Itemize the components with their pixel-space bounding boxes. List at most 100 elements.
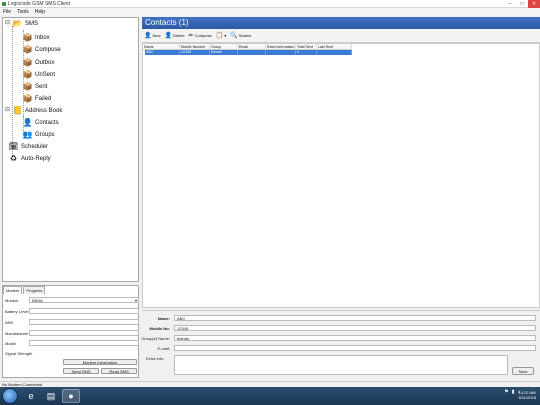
column-header[interactable]: Mobile Number	[180, 44, 210, 49]
auto-reply-icon: ♻	[9, 154, 18, 163]
contacts-grid: Name Mobile Number Group Email Extra Inf…	[142, 43, 540, 308]
mobile-field[interactable]: 12345	[174, 325, 536, 331]
tab-progress[interactable]: Progress	[23, 286, 46, 294]
tab-modem[interactable]: Modem	[3, 286, 23, 294]
menu-file[interactable]: File	[3, 9, 11, 15]
window-title: Logiscode GSM SMS Client	[8, 1, 70, 7]
tree-item-label: Inbox	[35, 34, 50, 41]
tree-item-label: Sent	[35, 83, 48, 90]
collapse-toggle[interactable]: ⊟	[5, 19, 10, 26]
modem-information-button[interactable]: Modem Information	[63, 359, 137, 365]
signal-label: Signal Strength	[5, 351, 33, 356]
tree-item-failed[interactable]: 📦 Failed	[22, 94, 52, 103]
group-field[interactable]: friends	[174, 335, 536, 341]
imei-label: IMEI	[5, 320, 14, 325]
menu-help[interactable]: Help	[35, 9, 45, 15]
tree-item-sms[interactable]: 📂 SMS	[12, 19, 39, 28]
send-sms-button[interactable]: Send SMS	[63, 368, 99, 374]
search-button[interactable]: 🔍 Search	[230, 32, 251, 39]
window-titlebar: Logiscode GSM SMS Client – □ ✕	[0, 0, 540, 8]
tree-item-inbox[interactable]: 📦 Inbox	[23, 33, 50, 42]
delete-label: Delete	[172, 33, 185, 38]
new-button[interactable]: 👤 New	[144, 32, 161, 39]
delete-contact-icon: 👤	[164, 33, 172, 39]
email-field[interactable]	[174, 345, 536, 351]
modem-label: Modem	[5, 298, 19, 303]
compose-button[interactable]: ✏ Compose	[189, 32, 212, 39]
close-button[interactable]: ✕	[528, 0, 540, 8]
failed-icon: 📦	[22, 94, 33, 103]
delete-button[interactable]: 👤 Delete	[165, 32, 185, 39]
outbox-icon: 📦	[22, 58, 33, 67]
tree-item-auto-reply[interactable]: ♻ Auto-Reply	[9, 154, 51, 163]
tree-item-outbox[interactable]: 📦 Outbox	[22, 58, 55, 67]
window-controls: – □ ✕	[504, 0, 540, 8]
modem-tabs: Modem Progress	[3, 286, 46, 294]
modem-select-value: INDIA	[32, 298, 43, 303]
explorer-icon[interactable]: ▤	[42, 389, 60, 403]
minimize-button[interactable]: –	[504, 0, 516, 8]
column-header[interactable]: Name	[143, 44, 180, 49]
modem-panel: Modem Progress Modem INDIA ▾ Battery Lev…	[2, 285, 139, 378]
navigation-tree: ⊟ 📂 SMS 📦 Inbox 📦 Compose 📦 Outbox 📦 UnS…	[2, 17, 139, 282]
table-cell	[317, 50, 352, 55]
table-cell: ABC	[145, 50, 180, 55]
tree-item-label: Compose	[35, 46, 61, 53]
email-label: E-mail:	[157, 346, 170, 351]
tree-item-sent[interactable]: 📦 Sent	[23, 82, 48, 91]
tree-item-label: Contacts	[35, 119, 59, 126]
tree-item-label: Outbox	[35, 59, 55, 66]
table-row[interactable]: ABC 12345 friends 0	[145, 50, 352, 55]
tree-item-label: UnSent	[35, 71, 56, 78]
new-label: New	[152, 33, 161, 38]
column-header[interactable]: Last Sent	[317, 44, 352, 49]
search-icon: 🔍	[230, 33, 238, 39]
tree-item-label: SMS	[25, 20, 39, 27]
inbox-icon: 📦	[22, 33, 33, 42]
ie-icon[interactable]: e	[22, 389, 40, 403]
tree-item-groups[interactable]: 👥 Groups	[23, 130, 55, 139]
maximize-button[interactable]: □	[516, 0, 528, 8]
column-header[interactable]: Total Sent	[296, 44, 317, 49]
manufacturer-label: Manufacturer	[5, 331, 29, 336]
network-icon[interactable]: ▮	[512, 389, 515, 395]
start-button[interactable]	[2, 388, 18, 404]
column-header[interactable]: Group	[210, 44, 238, 49]
extra-info-field[interactable]	[174, 355, 508, 375]
scheduler-icon: 🗓	[8, 142, 19, 151]
collapse-toggle[interactable]: ⊟	[5, 106, 10, 113]
menu-tools[interactable]: Tools	[17, 9, 29, 15]
tree-item-scheduler[interactable]: 🗓 Scheduler	[8, 142, 49, 151]
mobile-label: Mobile No:	[149, 326, 170, 331]
tree-item-compose[interactable]: 📦 Compose	[23, 45, 61, 54]
name-field[interactable]: ABC	[174, 315, 536, 321]
export-icon: 📋	[215, 33, 224, 39]
export-dropdown[interactable]: 📋 ▾	[216, 32, 227, 39]
tree-item-label: Failed	[35, 95, 52, 102]
menu-bar: File Tools Help	[0, 8, 540, 16]
tree-item-contacts[interactable]: 👤 Contacts	[23, 118, 59, 127]
table-cell: friends	[210, 50, 238, 55]
tree-item-label: Scheduler	[21, 143, 49, 150]
tree-item-unsent[interactable]: 📦 UnSent	[22, 70, 56, 79]
flag-icon[interactable]: ⚑	[504, 389, 508, 395]
unsent-icon: 📦	[22, 70, 33, 79]
table-cell: 0	[296, 50, 317, 55]
sms-client-taskbar-icon[interactable]: ●	[62, 389, 80, 403]
modem-select[interactable]: INDIA ▾	[29, 297, 139, 303]
sms-folder-icon: 📂	[12, 19, 23, 28]
search-label: Search	[238, 33, 252, 38]
compose-icon: 📦	[22, 45, 33, 54]
tree-item-address-book[interactable]: 📒 Address Book	[13, 106, 63, 115]
clock-date: 3/31/2018	[518, 395, 536, 400]
battery-label: Battery Level	[5, 309, 29, 314]
clock[interactable]: 10:22 AM 3/31/2018	[518, 390, 536, 400]
app-icon	[2, 2, 6, 6]
os-taskbar: e ▤ ● ⚑ ▮ ♪ 10:22 AM 3/31/2018	[0, 387, 540, 405]
save-button[interactable]: Save	[512, 367, 534, 375]
groups-icon: 👥	[22, 130, 33, 139]
column-header[interactable]: Email	[238, 44, 266, 49]
tree-connector	[12, 26, 13, 156]
column-header[interactable]: Extra Information	[266, 44, 296, 49]
read-sms-button[interactable]: Read SMS	[101, 368, 137, 374]
